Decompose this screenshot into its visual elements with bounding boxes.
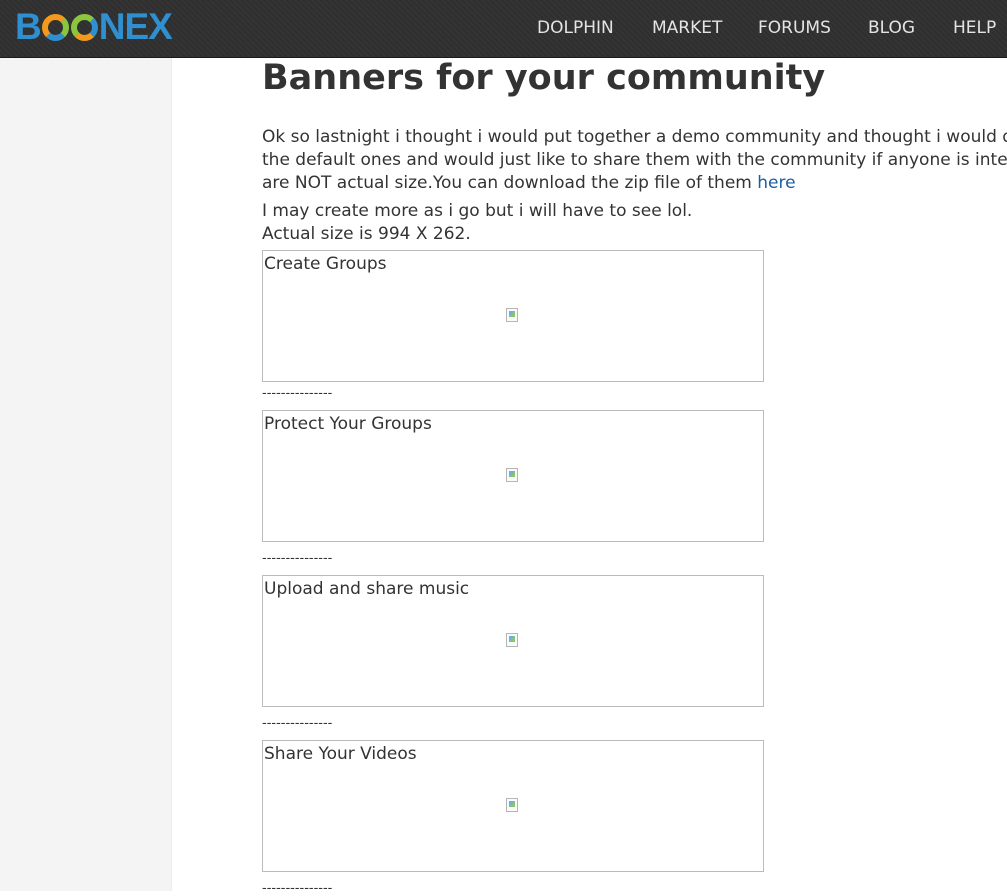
- paragraph-line: the default ones and would just like to …: [262, 150, 1007, 170]
- banner-title: Protect Your Groups: [264, 414, 432, 434]
- paragraph-line-text: are NOT actual size.You can download the…: [262, 173, 752, 193]
- note-line: I may create more as i go but i will hav…: [262, 201, 693, 221]
- banner-title: Upload and share music: [264, 579, 470, 599]
- separator: ---------------: [262, 551, 333, 566]
- post-note: I may create more as i go but i will hav…: [262, 200, 692, 246]
- banner-box: Share Your Videos: [262, 740, 764, 872]
- nav-market[interactable]: MARKET: [652, 18, 722, 38]
- broken-image-icon: [506, 468, 518, 482]
- post-title: Banners for your community: [262, 58, 826, 98]
- separator: ---------------: [262, 716, 333, 731]
- note-line: Actual size is 994 X 262.: [262, 224, 471, 244]
- paragraph-line: Ok so lastnight i thought i would put to…: [262, 127, 1007, 147]
- banner-title: Create Groups: [264, 254, 387, 274]
- left-sidebar: [0, 58, 172, 891]
- broken-image-icon: [506, 308, 518, 322]
- nav-blog[interactable]: BLOG: [868, 18, 915, 38]
- banner-box: Create Groups: [262, 250, 764, 382]
- top-navigation-bar: B NEX DOLPHIN MARKET FORUMS BLOG HELP: [0, 0, 1007, 58]
- broken-image-icon: [506, 798, 518, 812]
- logo-letter-b: B: [15, 6, 42, 47]
- logo-ring-icon: [41, 13, 69, 41]
- logo-letters: NEX: [98, 6, 173, 47]
- separator: ---------------: [262, 881, 333, 896]
- download-zip-link[interactable]: here: [757, 173, 795, 193]
- nav-dolphin[interactable]: DOLPHIN: [537, 18, 614, 38]
- banner-title: Share Your Videos: [264, 744, 417, 764]
- boonex-logo[interactable]: B NEX: [15, 6, 173, 47]
- logo-ring-icon: [70, 13, 98, 41]
- post-intro-paragraph: Ok so lastnight i thought i would put to…: [262, 126, 1007, 195]
- broken-image-icon: [506, 633, 518, 647]
- banner-box: Protect Your Groups: [262, 410, 764, 542]
- paragraph-line: are NOT actual size.You can download the…: [262, 172, 1007, 195]
- nav-help[interactable]: HELP: [953, 18, 996, 38]
- nav-forums[interactable]: FORUMS: [758, 18, 831, 38]
- separator: ---------------: [262, 386, 333, 401]
- banner-box: Upload and share music: [262, 575, 764, 707]
